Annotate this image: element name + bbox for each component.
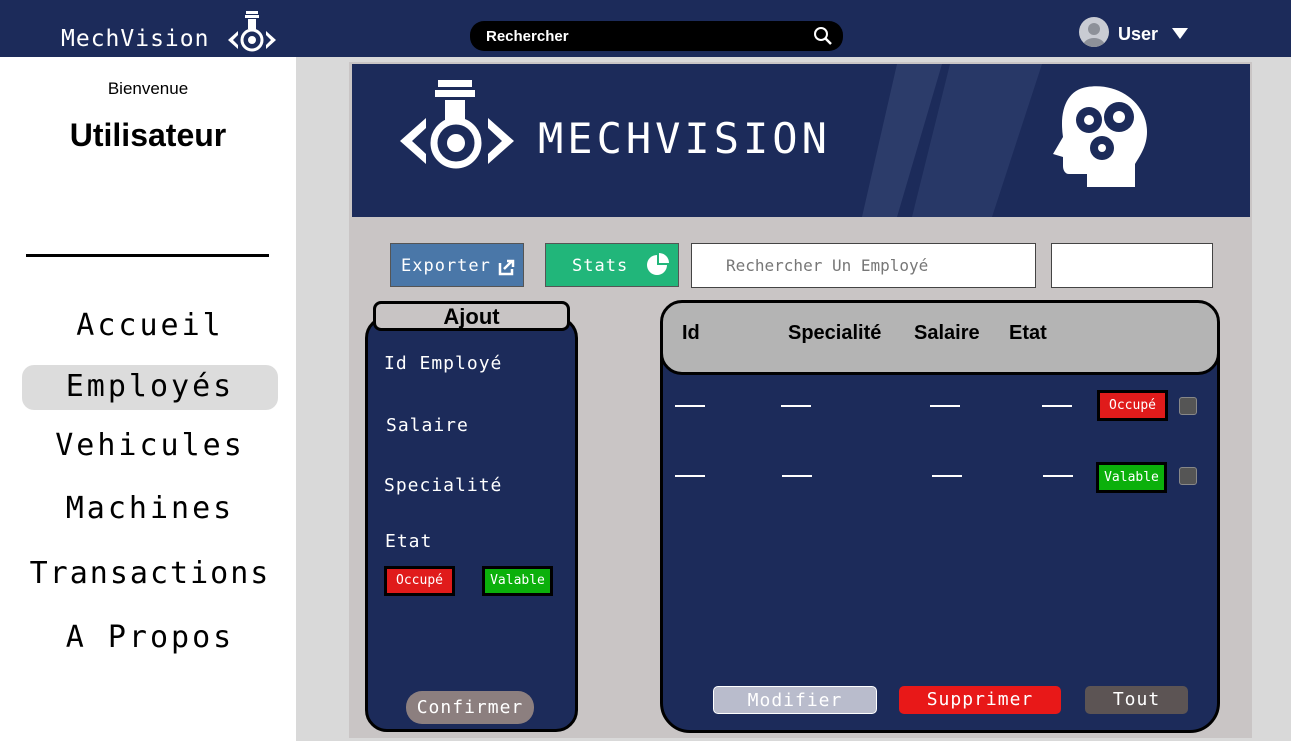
welcome-text: Bienvenue [107, 79, 189, 98]
show-all-button[interactable]: Tout [1085, 686, 1188, 714]
export-label: Exporter [401, 256, 491, 276]
sidebar-item-a-propos[interactable]: A Propos [22, 617, 278, 659]
sidebar-item-accueil[interactable]: Accueil [22, 305, 278, 347]
delete-button[interactable]: Supprimer [899, 686, 1061, 714]
sidebar-item-employes[interactable]: Employés [22, 365, 278, 410]
add-form-title: Ajout [373, 301, 570, 331]
modify-button[interactable]: Modifier [713, 686, 877, 714]
status-badge: Occupé [1097, 390, 1168, 421]
search-icon[interactable] [813, 26, 833, 46]
stats-button[interactable]: Stats [545, 243, 679, 287]
global-search-bar [470, 21, 843, 51]
stats-label: Stats [572, 256, 629, 276]
user-silhouette-icon [1083, 23, 1105, 47]
field-label-etat: Etat [385, 531, 433, 552]
user-name[interactable]: User [1118, 24, 1158, 45]
export-icon [498, 259, 515, 276]
cell-empty [675, 405, 705, 407]
export-button[interactable]: Exporter [390, 243, 524, 287]
sidebar-item-machines[interactable]: Machines [22, 488, 278, 530]
brand-name: MechVision [61, 26, 210, 52]
status-badge: Valable [1096, 462, 1167, 493]
cell-empty [932, 475, 962, 477]
banner-title: MECHVISION [538, 114, 831, 163]
field-label-salaire: Salaire [386, 415, 469, 436]
cell-empty [781, 405, 811, 407]
field-label-specialite: Specialité [384, 475, 503, 496]
column-header-id: Id [682, 322, 700, 344]
user-avatar[interactable] [1079, 17, 1109, 47]
add-employee-form [365, 316, 578, 732]
column-header-etat: Etat [1009, 322, 1047, 344]
mechvision-logo-icon [400, 80, 514, 169]
pie-chart-icon [647, 253, 669, 275]
brand-logo-icon [228, 11, 276, 52]
cell-empty [782, 475, 812, 477]
cell-empty [930, 405, 960, 407]
field-label-id: Id Employé [384, 353, 503, 374]
column-header-salaire: Salaire [914, 322, 980, 344]
sidebar-item-vehicules[interactable]: Vehicules [22, 425, 278, 467]
confirm-button[interactable]: Confirmer [406, 691, 534, 724]
filter-input[interactable] [1051, 243, 1213, 288]
sidebar-divider [26, 254, 269, 257]
banner: MECHVISION [352, 64, 1250, 217]
row-checkbox[interactable] [1179, 467, 1197, 485]
user-menu-caret-icon[interactable] [1172, 28, 1188, 39]
column-header-specialite: Specialité [788, 322, 882, 344]
cell-empty [1043, 475, 1073, 477]
head-gears-icon [1053, 86, 1147, 187]
state-option-occupe[interactable]: Occupé [384, 566, 455, 596]
row-checkbox[interactable] [1179, 397, 1197, 415]
employee-search-input[interactable] [691, 243, 1036, 288]
sidebar-item-transactions[interactable]: Transactions [22, 553, 278, 595]
sidebar-username: Utilisateur [69, 117, 227, 153]
state-option-valable[interactable]: Valable [482, 566, 553, 596]
cell-empty [1042, 405, 1072, 407]
cell-empty [675, 475, 705, 477]
global-search-input[interactable] [486, 27, 786, 45]
